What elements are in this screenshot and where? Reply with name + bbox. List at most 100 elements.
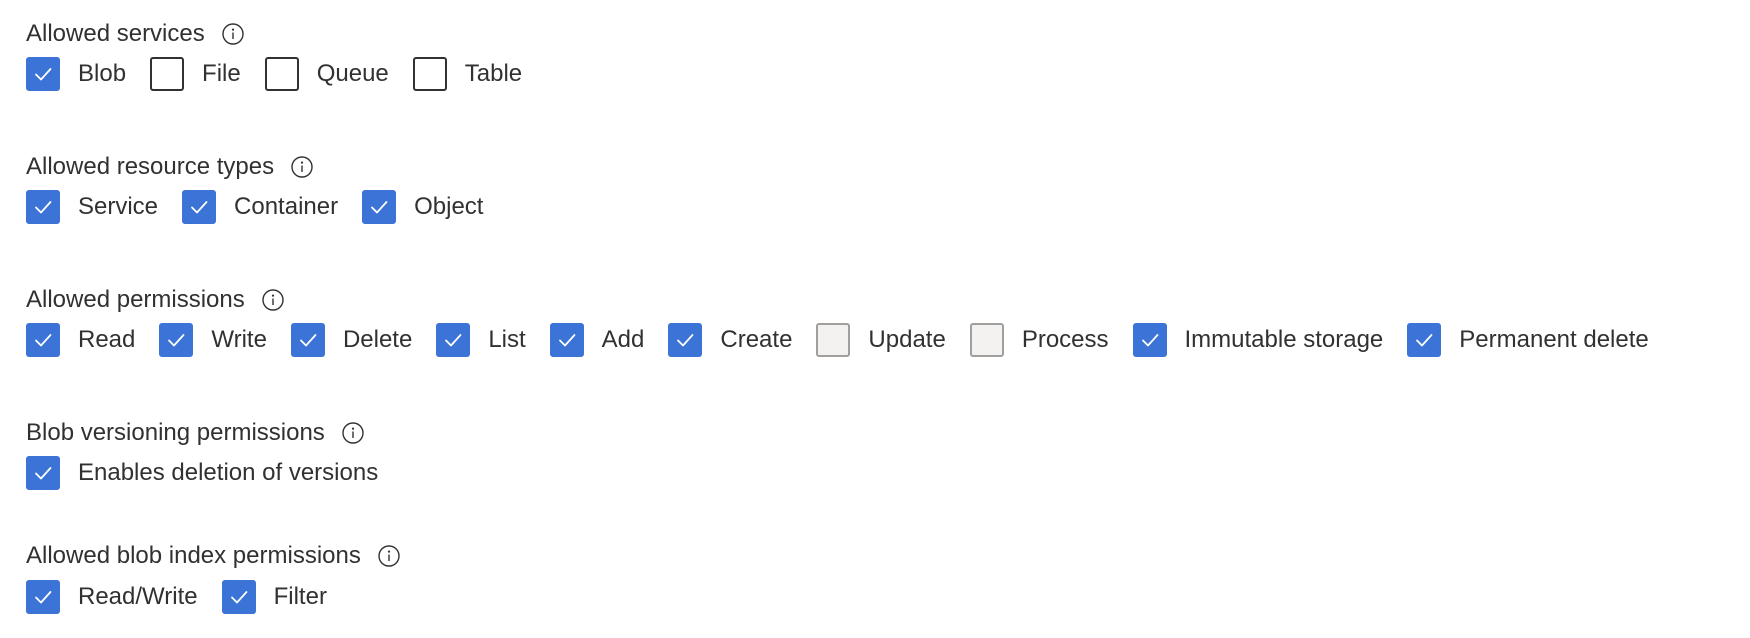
checkbox-label: Read [78,326,136,353]
checkbox-box[interactable] [1407,323,1442,357]
checkmark-icon [35,467,52,480]
checkbox-add[interactable]: Add [549,323,645,357]
checkbox-queue[interactable]: Queue [264,57,389,91]
checkbox-box[interactable] [436,323,471,357]
checkbox-delete[interactable]: Delete [290,323,413,357]
info-icon[interactable] [341,421,365,445]
checkmark-icon [168,334,185,347]
checkbox-label: Service [78,193,159,220]
checkbox-label: Process [1021,326,1109,353]
checkbox-read[interactable]: Read [26,323,135,357]
section-header: Allowed permissions [26,283,285,317]
checkbox-filter[interactable]: Filter [221,580,327,614]
checkbox-group-allowed-permissions: Read Write Delete List Add Create Update [26,321,1649,359]
checkbox-box[interactable] [668,323,703,357]
checkbox-label: File [202,60,241,87]
checkbox-enables-deletion-of-versions[interactable]: Enables deletion of versions [26,456,378,490]
checkbox-label: List [488,326,526,353]
checkbox-box[interactable] [26,190,60,224]
checkbox-list[interactable]: List [436,323,526,357]
info-icon[interactable] [290,155,314,179]
checkbox-permanent-delete[interactable]: Permanent delete [1407,323,1649,357]
section-header: Allowed blob index permissions [26,539,401,573]
checkbox-group-blob-index-permissions: Read/Write Filter [26,578,327,616]
checkmark-icon [230,591,248,604]
checkbox-box[interactable] [26,323,60,357]
checkbox-box[interactable] [182,190,217,224]
info-icon[interactable] [261,288,285,312]
section-label: Allowed blob index permissions [26,542,361,569]
checkbox-label: Object [414,193,484,220]
section-label: Allowed resource types [26,153,275,180]
checkbox-immutable-storage[interactable]: Immutable storage [1132,323,1384,357]
checkbox-box[interactable] [221,580,256,614]
checkmark-icon [35,201,52,214]
checkbox-box[interactable] [26,57,60,91]
checkbox-service[interactable]: Service [26,190,158,224]
checkbox-label: Delete [342,326,413,353]
checkmark-icon [558,334,576,347]
section-label: Allowed permissions [26,286,245,313]
checkmark-icon [445,334,462,347]
checkbox-label: Add [601,326,645,353]
checkmark-icon [35,591,52,604]
checkbox-box [969,323,1004,357]
checkbox-box[interactable] [26,456,60,490]
checkbox-label: Update [868,326,946,353]
checkbox-box[interactable] [159,323,194,357]
checkbox-file[interactable]: File [150,57,241,91]
checkbox-label: Container [234,193,339,220]
checkbox-label: Enables deletion of versions [78,459,379,486]
section-label: Allowed services [26,20,205,47]
checkmark-icon [371,201,388,214]
checkbox-box[interactable] [290,323,325,357]
section-allowed-blob-index-permissions: Allowed blob index permissions [26,539,401,573]
checkmark-icon [677,334,694,347]
section-header: Allowed resource types [26,150,314,184]
section-header: Allowed services [26,17,245,51]
checkbox-box[interactable] [26,580,60,614]
checkbox-label: Immutable storage [1184,326,1384,353]
info-icon[interactable] [377,544,401,568]
checkbox-label: Read/Write [78,583,198,610]
checkbox-box[interactable] [264,57,299,91]
checkbox-container[interactable]: Container [182,190,338,224]
checkmark-icon [300,334,317,347]
checkbox-object[interactable]: Object [362,190,483,224]
section-allowed-services: Allowed services [26,17,245,51]
checkbox-box[interactable] [362,190,397,224]
section-label: Blob versioning permissions [26,419,325,446]
checkbox-box[interactable] [549,323,584,357]
checkbox-box[interactable] [150,57,185,91]
checkmark-icon [191,201,208,214]
checkbox-label: Table [464,60,523,87]
checkbox-label: Write [211,326,267,353]
checkbox-process: Process [969,323,1109,357]
checkbox-write[interactable]: Write [159,323,267,357]
section-header: Blob versioning permissions [26,416,365,450]
checkmark-icon [1416,334,1433,347]
checkbox-blob[interactable]: Blob [26,57,126,91]
checkbox-box[interactable] [412,57,447,91]
checkbox-group-blob-versioning: Enables deletion of versions [26,454,378,492]
checkbox-box[interactable] [1132,323,1167,357]
checkmark-icon [35,68,52,81]
checkbox-group-allowed-services: Blob File Queue Table [26,55,522,93]
checkbox-label: Queue [316,60,389,87]
checkbox-label: Blob [78,60,127,87]
checkbox-table[interactable]: Table [412,57,523,91]
section-allowed-permissions: Allowed permissions [26,283,285,317]
checkmark-icon [1141,334,1158,347]
checkbox-label: Permanent delete [1459,326,1649,353]
checkbox-label: Create [720,326,793,353]
checkbox-label: Filter [273,583,327,610]
checkbox-group-allowed-resource-types: Service Container Object [26,188,483,226]
info-icon[interactable] [221,22,245,46]
checkbox-create[interactable]: Create [668,323,792,357]
section-blob-versioning-permissions: Blob versioning permissions [26,416,365,450]
checkbox-update: Update [816,323,946,357]
checkmark-icon [35,334,52,347]
section-allowed-resource-types: Allowed resource types [26,150,314,184]
checkbox-read-write[interactable]: Read/Write [26,580,198,614]
checkbox-box [816,323,851,357]
